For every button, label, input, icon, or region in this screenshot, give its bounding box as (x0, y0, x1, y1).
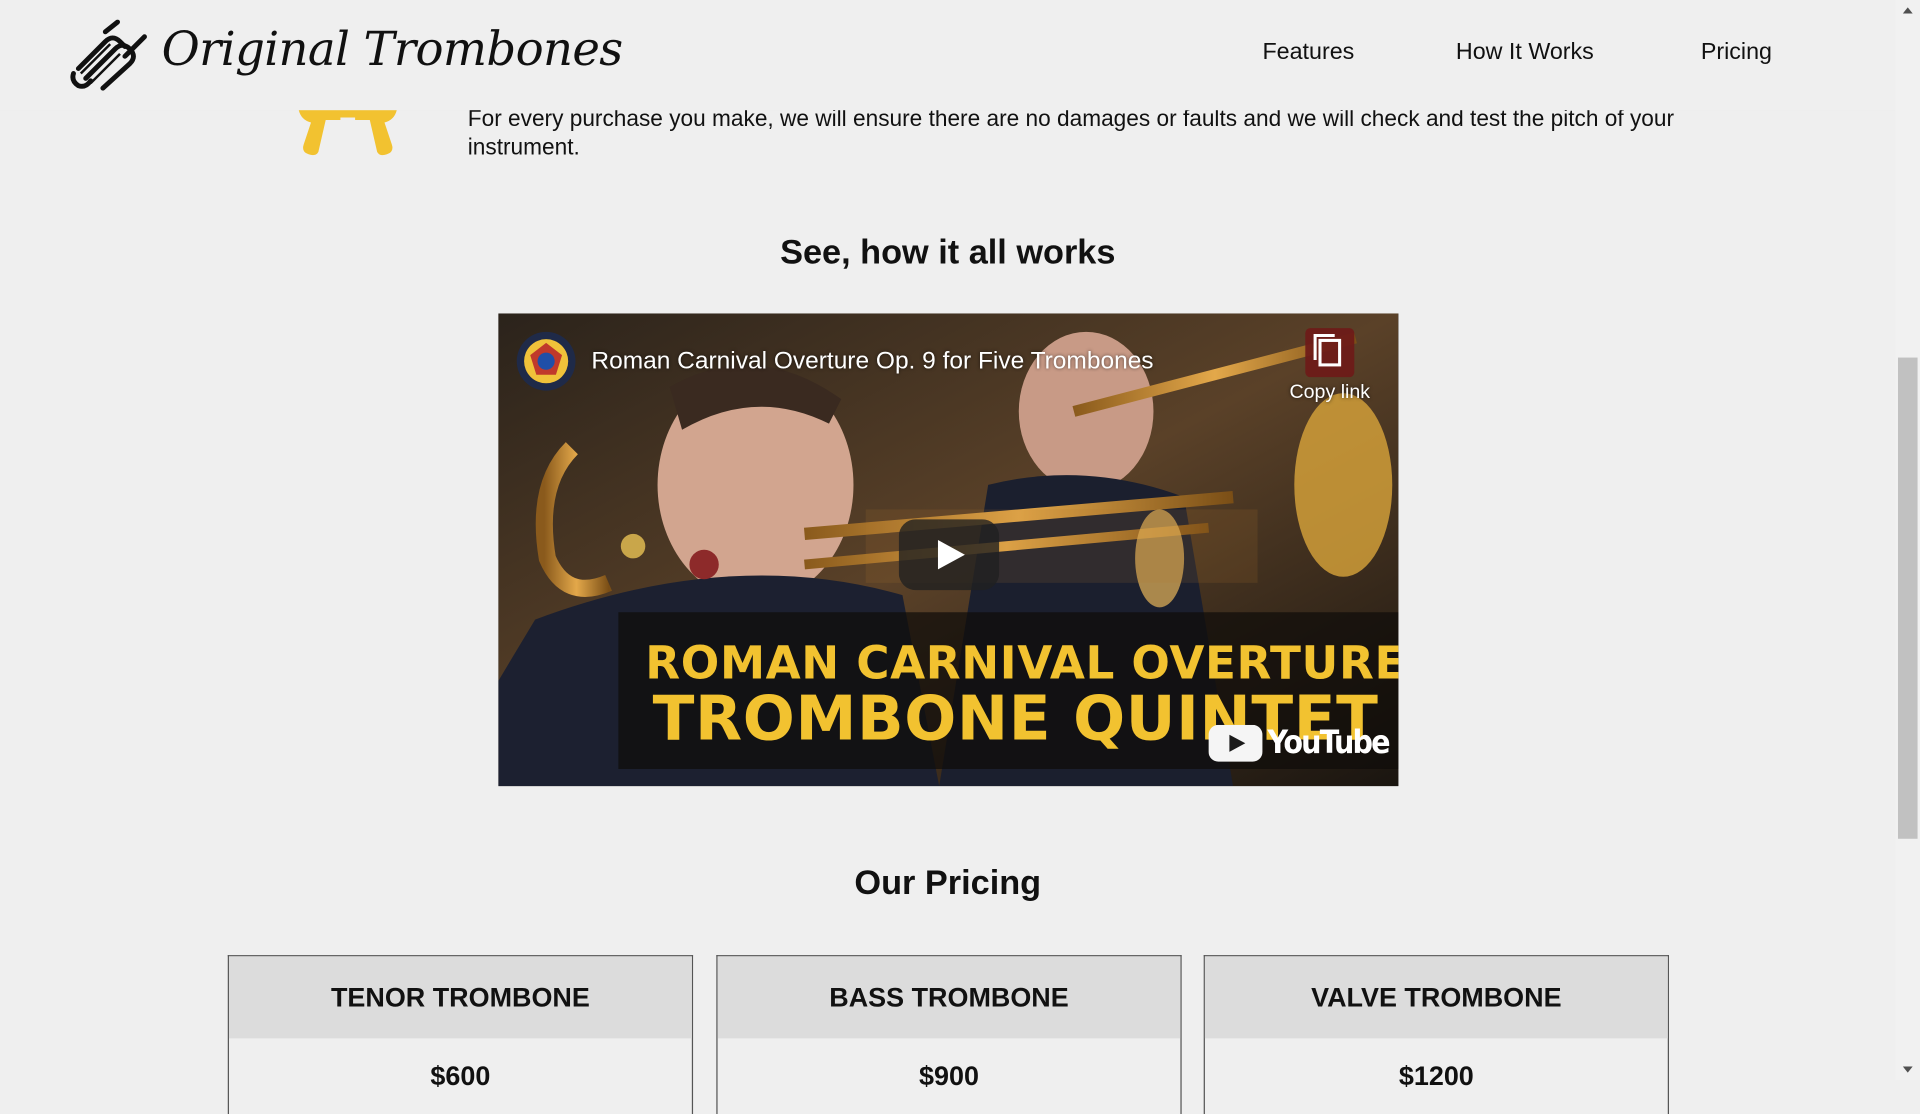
copy-link-label: Copy link (1289, 382, 1371, 403)
scrollbar-thumb[interactable] (1897, 357, 1918, 839)
site-header: Original Trombones Features How It Works… (0, 0, 1896, 111)
pricing-card-valve[interactable]: VALVE TROMBONE $1200 (1203, 955, 1669, 1114)
channel-avatar-icon[interactable] (516, 331, 577, 392)
plan-price: $1200 (1398, 1060, 1474, 1092)
pricing-title: Our Pricing (854, 863, 1042, 902)
scroll-up-arrow-icon[interactable] (1896, 0, 1920, 21)
plan-price: $900 (919, 1060, 979, 1092)
page: Original Trombones Features How It Works… (0, 0, 1920, 1114)
video-embed[interactable]: Roman Carnival Overture Op. 9 for Five T… (498, 313, 1399, 787)
nav-features[interactable]: Features (1262, 39, 1354, 66)
nav-how-it-works[interactable]: How It Works (1456, 39, 1594, 66)
trombone-logo-icon[interactable] (69, 19, 150, 91)
brand-name[interactable]: Original Trombones (162, 22, 624, 76)
pricing-card-bass[interactable]: BASS TROMBONE $900 (716, 955, 1182, 1114)
youtube-logo[interactable]: YouTube (1208, 722, 1391, 764)
video-overlay-title: ROMAN CARNIVAL OVERTURE (645, 636, 1399, 690)
play-icon[interactable] (898, 519, 1000, 591)
vertical-scrollbar[interactable] (1895, 0, 1920, 1081)
copy-link-button[interactable]: Copy link (1270, 318, 1390, 406)
plan-name: BASS TROMBONE (717, 956, 1181, 1039)
copy-icon (1305, 328, 1355, 378)
plan-name: VALVE TROMBONE (1204, 956, 1668, 1039)
how-it-works-title: See, how it all works (780, 232, 1116, 271)
plan-name: TENOR TROMBONE (228, 956, 692, 1039)
pricing-card-tenor[interactable]: TENOR TROMBONE $600 (227, 955, 694, 1114)
nav-pricing[interactable]: Pricing (1701, 39, 1772, 66)
plan-price: $600 (430, 1060, 491, 1092)
scroll-down-arrow-icon[interactable] (1896, 1059, 1920, 1080)
video-title[interactable]: Roman Carnival Overture Op. 9 for Five T… (591, 348, 1153, 376)
youtube-wordmark: YouTube (1267, 724, 1390, 762)
feature-description: For every purchase you make, we will ens… (467, 105, 1675, 160)
youtube-play-icon (1208, 724, 1263, 762)
